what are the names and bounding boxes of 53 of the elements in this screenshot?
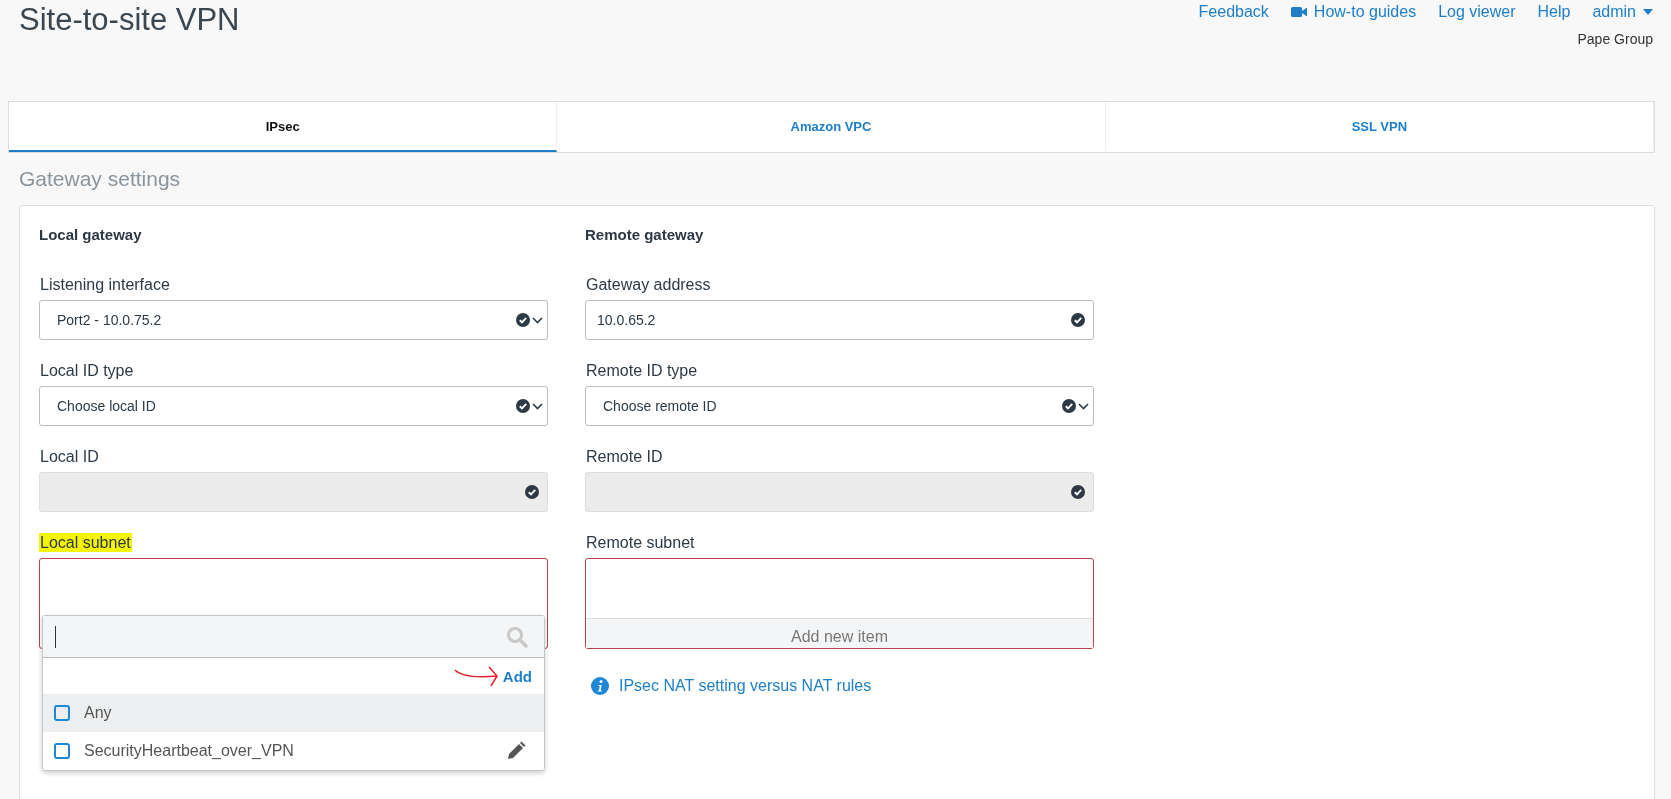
nav-link[interactable]: Feedback <box>1198 3 1269 21</box>
section-title: Gateway settings <box>19 167 182 192</box>
search-icon <box>506 625 528 648</box>
input-field[interactable]: 10.0.65.2 <box>585 300 1094 340</box>
option-label: SecurityHeartbeat_over_VPN <box>84 742 295 760</box>
select-field[interactable]: Choose local ID <box>39 386 548 426</box>
field-label: Local subnet <box>39 533 132 552</box>
user-menu[interactable]: admin <box>1592 3 1653 21</box>
nav-link[interactable]: Log viewer <box>1438 3 1516 21</box>
option-label: Any <box>84 704 113 722</box>
input-field[interactable] <box>585 472 1094 512</box>
check-icon <box>1071 485 1085 499</box>
nav-link[interactable]: Help <box>1537 3 1571 21</box>
nav-link[interactable]: How-to guides <box>1290 3 1417 21</box>
column-heading: Remote gateway <box>585 226 705 243</box>
check-icon <box>525 485 539 499</box>
select-field[interactable]: Port2 - 10.0.75.2 <box>39 300 548 340</box>
chevron-down-icon <box>532 316 543 324</box>
organization-name: Pape Group <box>1577 31 1653 47</box>
select-field[interactable]: Choose remote ID <box>585 386 1094 426</box>
add-new-item-button[interactable]: Add new item <box>586 618 1093 648</box>
field-label: Local ID type <box>39 361 135 380</box>
tab[interactable]: SSL VPN <box>1105 102 1654 152</box>
arrow-drawing <box>452 664 501 688</box>
option-item[interactable]: Any <box>43 694 544 732</box>
input-field[interactable] <box>39 472 548 512</box>
option-item[interactable]: SecurityHeartbeat_over_VPN <box>43 732 544 770</box>
field-label: Remote ID <box>585 447 664 466</box>
column-heading: Local gateway <box>39 226 143 243</box>
add-link[interactable]: Add <box>502 667 532 685</box>
video-camera-icon <box>1290 6 1307 18</box>
check-icon <box>1062 399 1076 413</box>
check-icon <box>1071 313 1085 327</box>
pencil-icon[interactable] <box>506 741 526 761</box>
info-icon <box>591 677 609 695</box>
field-label: Remote ID type <box>585 361 699 380</box>
field-label: Gateway address <box>585 275 712 294</box>
field-label: Listening interface <box>39 275 171 294</box>
check-icon <box>516 313 530 327</box>
info-link[interactable]: IPsec NAT setting versus NAT rules <box>591 677 1094 695</box>
page-title: Site-to-site VPN <box>19 2 240 39</box>
chevron-down-icon <box>532 402 543 410</box>
field-label: Remote subnet <box>585 533 696 552</box>
tab[interactable]: IPsec <box>9 102 558 152</box>
tab[interactable]: Amazon VPC <box>557 102 1106 152</box>
search-field[interactable] <box>43 616 544 658</box>
check-icon <box>516 399 530 413</box>
checkbox[interactable] <box>54 743 70 759</box>
field-label: Local ID <box>39 447 100 466</box>
subnet-list[interactable]: Add new item <box>585 558 1094 649</box>
checkbox[interactable] <box>54 705 70 721</box>
chevron-down-icon <box>1078 402 1089 410</box>
caret-icon <box>1643 9 1653 15</box>
